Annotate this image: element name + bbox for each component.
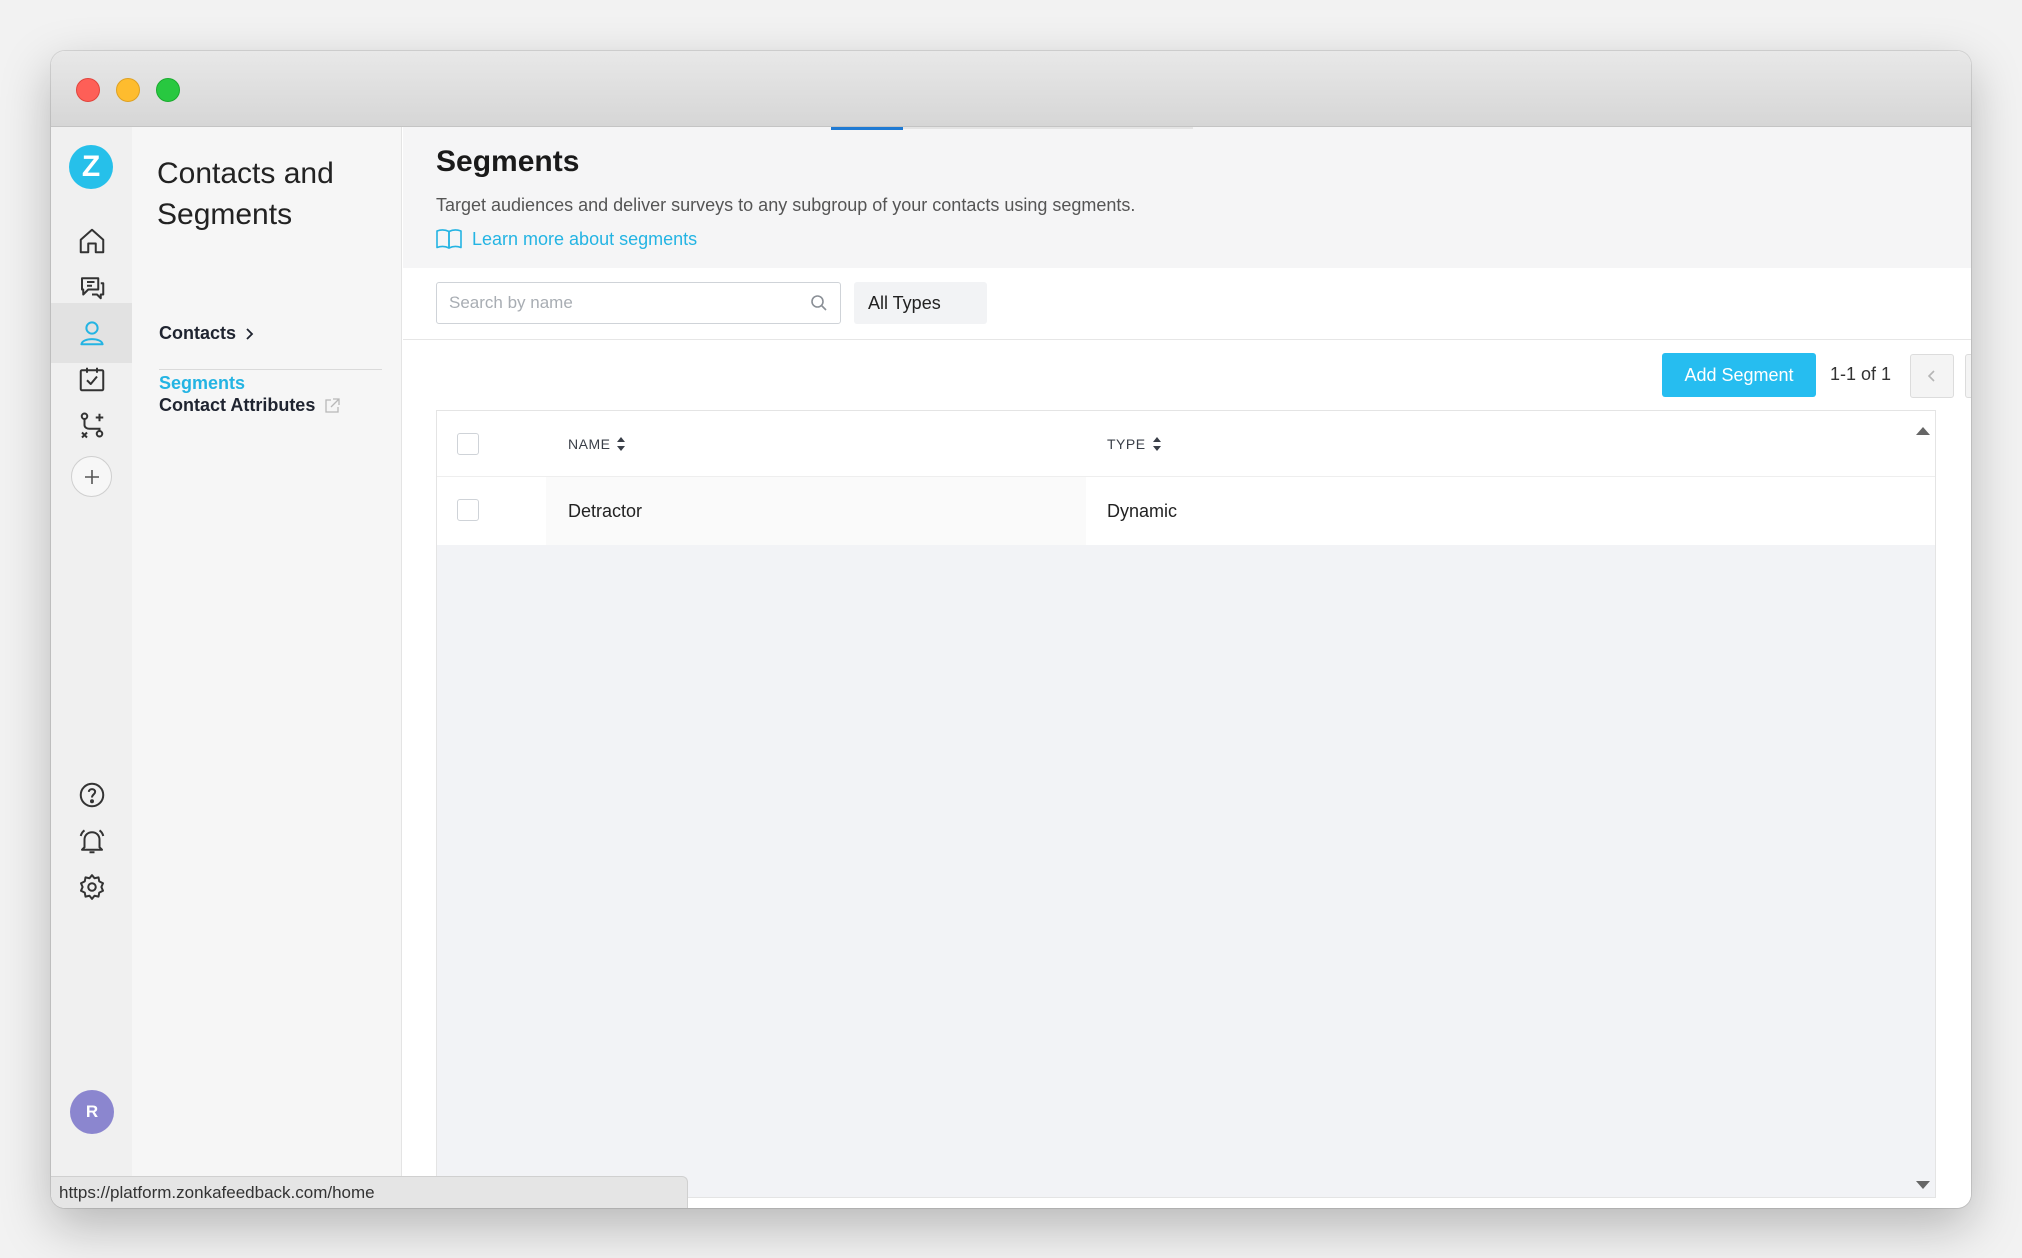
select-all-checkbox[interactable] bbox=[457, 433, 479, 455]
sidebar-item-contact-attributes[interactable]: Contact Attributes bbox=[159, 395, 341, 416]
sidebar-item-label: Segments bbox=[159, 373, 246, 393]
table-row[interactable]: Detractor Dynamic bbox=[437, 477, 1935, 545]
workflows-icon[interactable] bbox=[51, 395, 132, 455]
search-input[interactable] bbox=[449, 293, 810, 313]
page-header: Segments Target audiences and deliver su… bbox=[403, 127, 1971, 268]
app-window: Z R Contacts and Segments Contacts Segme… bbox=[51, 51, 1971, 1208]
minimize-window-button[interactable] bbox=[116, 78, 140, 102]
search-icon[interactable] bbox=[810, 294, 828, 312]
column-header-type[interactable]: TYPE bbox=[1107, 436, 1162, 452]
sort-icon bbox=[1152, 437, 1161, 451]
column-header-label: NAME bbox=[568, 436, 611, 452]
scroll-up-arrow[interactable] bbox=[1916, 427, 1930, 435]
main-content: Segments Target audiences and deliver su… bbox=[403, 127, 1971, 1208]
segment-name[interactable]: Detractor bbox=[568, 501, 642, 522]
learn-more-link[interactable]: Learn more about segments bbox=[436, 228, 697, 250]
contacts-sidebar: Contacts and Segments Contacts Segments … bbox=[132, 127, 402, 1208]
settings-icon[interactable] bbox=[51, 857, 132, 917]
chevron-left-icon bbox=[1927, 370, 1935, 382]
status-bar-url: https://platform.zonkafeedback.com/home bbox=[51, 1176, 688, 1208]
book-icon bbox=[436, 229, 462, 249]
page-description: Target audiences and deliver surveys to … bbox=[436, 195, 1136, 215]
page-title: Segments bbox=[436, 145, 580, 178]
row-checkbox[interactable] bbox=[457, 499, 479, 521]
chevron-right-icon bbox=[246, 327, 254, 340]
avatar[interactable]: R bbox=[70, 1090, 114, 1134]
sidebar-item-label: Contacts bbox=[159, 323, 237, 343]
next-page-button[interactable] bbox=[1965, 354, 1971, 398]
external-link-icon bbox=[325, 397, 340, 413]
pagination-text: 1-1 of 1 bbox=[1830, 364, 1892, 384]
sidebar-title: Contacts and Segments bbox=[157, 157, 334, 231]
sort-icon bbox=[617, 437, 626, 451]
title-bar bbox=[51, 51, 1971, 127]
column-header-name[interactable]: NAME bbox=[568, 436, 626, 452]
loading-indicator bbox=[831, 127, 903, 130]
segment-type: Dynamic bbox=[1107, 501, 1178, 521]
previous-page-button[interactable] bbox=[1910, 354, 1954, 398]
table-toolbar: Add Segment 1-1 of 1 bbox=[403, 340, 1971, 410]
sidebar-divider bbox=[159, 369, 382, 370]
scroll-down-arrow[interactable] bbox=[1916, 1181, 1930, 1189]
add-icon[interactable] bbox=[71, 456, 112, 497]
filter-bar: All Types bbox=[403, 268, 1971, 340]
sidebar-item-contacts[interactable]: Contacts bbox=[159, 323, 256, 344]
add-segment-button[interactable]: Add Segment bbox=[1662, 353, 1816, 397]
sidebar-item-label: Contact Attributes bbox=[159, 395, 316, 415]
table-header: NAME TYPE bbox=[437, 411, 1935, 477]
type-filter-select[interactable]: All Types bbox=[854, 282, 987, 324]
loading-track bbox=[903, 127, 1193, 129]
sidebar-item-segments[interactable]: Segments bbox=[159, 373, 245, 394]
close-window-button[interactable] bbox=[76, 78, 100, 102]
learn-more-label: Learn more about segments bbox=[472, 228, 698, 249]
segments-table: NAME TYPE Detractor Dynamic bbox=[436, 410, 1936, 1198]
search-box bbox=[436, 282, 841, 324]
column-header-label: TYPE bbox=[1107, 436, 1146, 452]
icon-rail: Z R bbox=[51, 127, 132, 1208]
zonka-logo-icon[interactable]: Z bbox=[69, 145, 113, 189]
maximize-window-button[interactable] bbox=[156, 78, 180, 102]
